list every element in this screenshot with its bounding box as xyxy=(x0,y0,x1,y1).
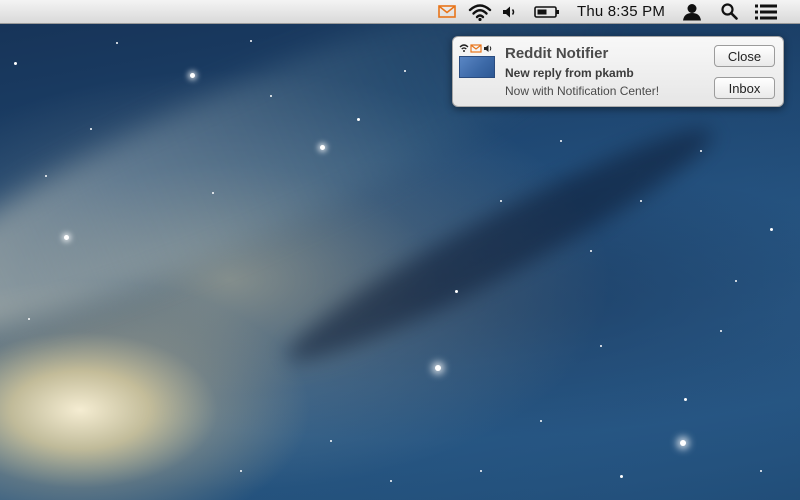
star xyxy=(357,118,360,121)
inbox-button[interactable]: Inbox xyxy=(714,77,775,99)
star xyxy=(684,398,687,401)
star xyxy=(500,200,502,202)
star xyxy=(14,62,17,65)
user-icon[interactable] xyxy=(680,0,704,23)
star xyxy=(540,420,542,422)
volume-icon[interactable] xyxy=(501,0,519,23)
notification-center-icon[interactable] xyxy=(752,0,780,23)
star xyxy=(600,345,602,347)
star xyxy=(390,480,392,482)
star xyxy=(404,70,406,72)
star xyxy=(680,440,686,446)
notification-body: Now with Notification Center! xyxy=(505,84,660,98)
app-icon xyxy=(459,43,495,79)
star xyxy=(620,475,623,478)
star xyxy=(770,228,773,231)
close-button[interactable]: Close xyxy=(714,45,775,67)
notification-title: Reddit Notifier xyxy=(505,45,609,62)
star xyxy=(270,95,272,97)
star xyxy=(455,290,458,293)
spotlight-search-icon[interactable] xyxy=(718,0,740,23)
star xyxy=(64,235,69,240)
star xyxy=(760,470,762,472)
star xyxy=(720,330,722,332)
star xyxy=(190,73,195,78)
star xyxy=(435,365,441,371)
battery-icon[interactable] xyxy=(533,0,561,23)
star xyxy=(590,250,592,252)
star xyxy=(116,42,118,44)
star xyxy=(330,440,332,442)
clock-text: Thu 8:35 PM xyxy=(576,3,666,20)
star xyxy=(700,150,702,152)
star xyxy=(640,200,642,202)
star xyxy=(240,470,242,472)
star xyxy=(560,140,562,142)
menu-bar-clock[interactable]: Thu 8:35 PM xyxy=(568,0,674,23)
star xyxy=(45,175,47,177)
star xyxy=(250,40,252,42)
notification-subtitle: New reply from pkamb xyxy=(505,66,634,80)
notification-banner[interactable]: Reddit Notifier New reply from pkamb Now… xyxy=(452,36,784,107)
mail-icon[interactable] xyxy=(436,0,458,23)
star xyxy=(90,128,92,130)
star xyxy=(480,470,482,472)
menu-bar: Thu 8:35 PM xyxy=(0,0,800,24)
star xyxy=(320,145,325,150)
star xyxy=(735,280,737,282)
star xyxy=(212,192,214,194)
wifi-icon[interactable] xyxy=(467,0,493,23)
desktop-thumbnail xyxy=(459,56,495,78)
star xyxy=(28,318,30,320)
